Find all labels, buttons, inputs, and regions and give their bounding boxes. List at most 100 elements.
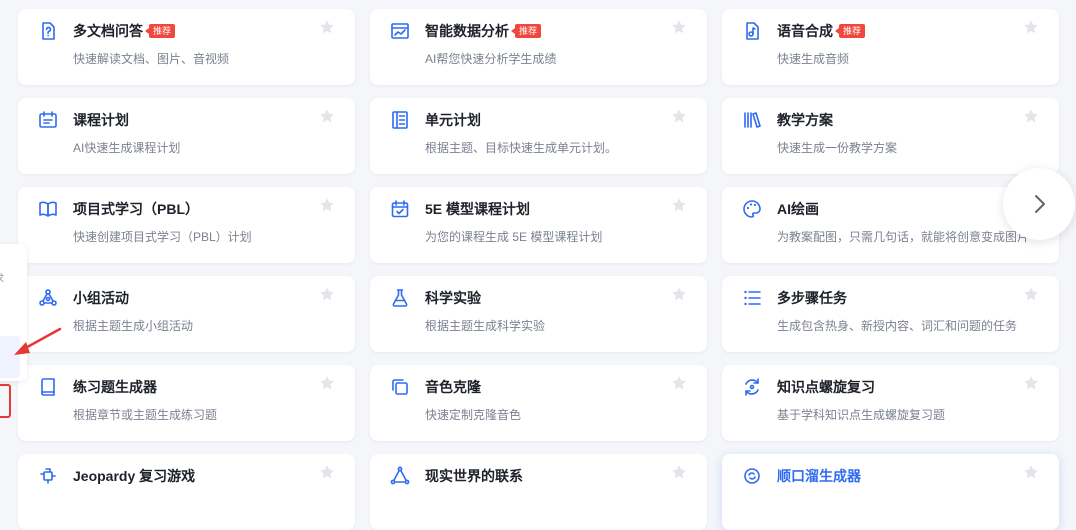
tool-card-title-text: 智能数据分析 xyxy=(425,23,509,39)
tool-card-title-text: 小组活动 xyxy=(73,290,129,306)
favorite-star-icon[interactable] xyxy=(1023,19,1039,35)
group-network-icon xyxy=(38,288,58,308)
tool-card-title: 课程计划 xyxy=(73,110,129,130)
tool-card-title: 顺口溜生成器 xyxy=(777,466,861,486)
recommended-badge: 推荐 xyxy=(834,24,866,38)
tool-card[interactable]: 5E 模型课程计划为您的课程生成 5E 模型课程计划 xyxy=(370,187,707,263)
tool-card-title: 现实世界的联系 xyxy=(425,466,523,486)
tool-card-title: 智能数据分析 推荐 xyxy=(425,21,542,41)
tool-card-title-text: AI绘画 xyxy=(777,201,819,217)
tool-card-title: 项目式学习（PBL） xyxy=(73,199,199,219)
tool-card-title-text: 语音合成 xyxy=(777,23,833,39)
favorite-star-icon[interactable] xyxy=(671,464,687,480)
tool-card[interactable]: 多步骤任务 生成包含热身、新授内容、词汇和问题的任务 xyxy=(722,276,1059,352)
tool-card-title-text: Jeopardy 复习游戏 xyxy=(73,468,196,484)
triangle-nodes-icon xyxy=(390,466,410,486)
favorite-star-icon[interactable] xyxy=(1023,108,1039,124)
tool-card-title: 语音合成 推荐 xyxy=(777,21,866,41)
favorite-star-icon[interactable] xyxy=(1023,286,1039,302)
tool-card[interactable]: 顺口溜生成器 xyxy=(722,454,1059,530)
favorite-star-icon[interactable] xyxy=(671,375,687,391)
tool-card-description: AI快速生成课程计划 xyxy=(73,141,181,155)
tool-card-title-text: 多文档问答 xyxy=(73,23,143,39)
puzzle-game-icon xyxy=(38,466,58,486)
annotation-arrow xyxy=(14,327,62,355)
favorite-star-icon[interactable] xyxy=(319,375,335,391)
favorite-star-icon[interactable] xyxy=(671,286,687,302)
tool-card-title: 多步骤任务 xyxy=(777,288,847,308)
tool-card-title-text: 单元计划 xyxy=(425,112,481,128)
tool-card-description: 快速生成一份教学方案 xyxy=(777,141,898,155)
tool-card-description: 快速解读文档、图片、音视频 xyxy=(73,52,230,66)
rhyme-cycle-icon xyxy=(742,466,762,486)
tool-card[interactable]: 现实世界的联系 xyxy=(370,454,707,530)
tool-card-title-text: 项目式学习（PBL） xyxy=(73,201,199,217)
tool-card-title: 多文档问答 推荐 xyxy=(73,21,176,41)
tool-card-title: 音色克隆 xyxy=(425,377,481,397)
favorite-star-icon[interactable] xyxy=(671,19,687,35)
next-page-button[interactable] xyxy=(1003,168,1075,240)
favorite-star-icon[interactable] xyxy=(1023,464,1039,480)
tool-card-description: 快速定制克隆音色 xyxy=(425,408,522,422)
checklist-icon xyxy=(742,288,762,308)
tool-card-title: 教学方案 xyxy=(777,110,833,130)
tool-card[interactable]: 教学方案快速生成一份教学方案 xyxy=(722,98,1059,174)
tool-card-description: 根据主题、目标快速生成单元计划。 xyxy=(425,141,618,155)
favorite-star-icon[interactable] xyxy=(1023,375,1039,391)
tool-card[interactable]: 小组活动根据主题生成小组活动 xyxy=(18,276,355,352)
tool-card-description: 为您的课程生成 5E 模型课程计划 xyxy=(425,230,603,244)
open-book-icon xyxy=(38,199,58,219)
tool-card-description: 为教案配图，只需几句话，就能将创意变成图片 xyxy=(777,230,1030,244)
chevron-right-icon xyxy=(1035,195,1045,213)
calendar-check-icon xyxy=(390,199,410,219)
tool-card[interactable]: 语音合成 推荐快速生成音频 xyxy=(722,9,1059,85)
tool-card[interactable]: 音色克隆快速定制克隆音色 xyxy=(370,365,707,441)
flask-icon xyxy=(390,288,410,308)
favorite-star-icon[interactable] xyxy=(319,464,335,480)
palette-icon xyxy=(742,199,762,219)
course-plan-icon xyxy=(38,110,58,130)
tool-card-title: 知识点螺旋复习 xyxy=(777,377,875,397)
tool-card-description: 快速创建项目式学习（PBL）计划 xyxy=(73,230,252,244)
tool-card-description: 根据主题生成科学实验 xyxy=(425,319,546,333)
recommended-badge: 推荐 xyxy=(510,24,542,38)
favorite-star-icon[interactable] xyxy=(671,108,687,124)
favorite-star-icon[interactable] xyxy=(319,108,335,124)
tool-card-description: 根据主题生成小组活动 xyxy=(73,319,194,333)
tool-card[interactable]: Jeopardy 复习游戏 xyxy=(18,454,355,530)
tool-card-title: 单元计划 xyxy=(425,110,481,130)
tool-card[interactable]: 科学实验根据主题生成科学实验 xyxy=(370,276,707,352)
tool-card[interactable]: 项目式学习（PBL） 快速创建项目式学习（PBL）计划 xyxy=(18,187,355,263)
tool-card[interactable]: 多文档问答 推荐快速解读文档、图片、音视频 xyxy=(18,9,355,85)
audio-file-icon xyxy=(742,21,762,41)
tool-card-description: 快速生成音频 xyxy=(777,52,850,66)
tool-card-title-text: 练习题生成器 xyxy=(73,379,157,395)
favorite-star-icon[interactable] xyxy=(319,286,335,302)
tool-card-description: AI帮您快速分析学生成绩 xyxy=(425,52,557,66)
unit-plan-icon xyxy=(390,110,410,130)
tool-card-title: AI绘画 xyxy=(777,199,819,219)
tool-card-title-text: 教学方案 xyxy=(777,112,833,128)
tool-card-title: Jeopardy 复习游戏 xyxy=(73,466,195,486)
data-chart-icon xyxy=(390,21,410,41)
favorite-star-icon[interactable] xyxy=(319,197,335,213)
tool-card-title: 练习题生成器 xyxy=(73,377,157,397)
copy-clone-icon xyxy=(390,377,410,397)
tool-card-title-text: 科学实验 xyxy=(425,290,481,306)
tool-card[interactable]: 练习题生成器根据章节或主题生成练习题 xyxy=(18,365,355,441)
tool-card-title: 小组活动 xyxy=(73,288,129,308)
tool-card[interactable]: 单元计划根据主题、目标快速生成单元计划。 xyxy=(370,98,707,174)
favorite-star-icon[interactable] xyxy=(671,197,687,213)
tool-card[interactable]: 课程计划 AI快速生成课程计划 xyxy=(18,98,355,174)
tool-card-title-text: 5E 模型课程计划 xyxy=(425,201,531,217)
tool-card-description: 根据章节或主题生成练习题 xyxy=(73,408,218,422)
tool-card-title-text: 知识点螺旋复习 xyxy=(777,379,875,395)
tool-card-title-text: 顺口溜生成器 xyxy=(777,468,861,484)
tool-card-title: 科学实验 xyxy=(425,288,481,308)
spiral-review-icon xyxy=(742,377,762,397)
tool-card[interactable]: 智能数据分析 推荐 AI帮您快速分析学生成绩 xyxy=(370,9,707,85)
doc-question-icon xyxy=(38,21,58,41)
favorite-star-icon[interactable] xyxy=(319,19,335,35)
tool-card-title-text: 课程计划 xyxy=(73,112,129,128)
tool-card[interactable]: 知识点螺旋复习 基于学科知识点生成螺旋复习题 xyxy=(722,365,1059,441)
